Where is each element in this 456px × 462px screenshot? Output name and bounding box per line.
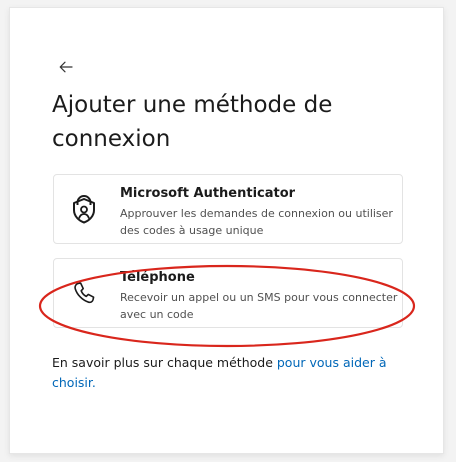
method-title: Téléphone (120, 270, 195, 285)
method-title: Microsoft Authenticator (120, 186, 296, 201)
method-description: Recevoir un appel ou un SMS pour vous co… (120, 291, 398, 321)
back-button[interactable] (55, 57, 77, 77)
method-option-phone[interactable]: Téléphone Recevoir un appel ou un SMS po… (53, 258, 403, 328)
page-title: Ajouter une méthode de connexion (52, 92, 333, 152)
phone-icon (68, 277, 100, 309)
method-option-authenticator[interactable]: Microsoft Authenticator Approuver les de… (53, 174, 403, 244)
method-description: Approuver les demandes de connexion ou u… (120, 207, 393, 237)
add-sign-in-method-dialog: Ajouter une méthode de connexion Microso… (9, 7, 444, 454)
lock-person-icon (68, 193, 100, 225)
arrow-left-icon (59, 61, 73, 73)
help-text: En savoir plus sur chaque méthode pour v… (52, 353, 404, 393)
help-text-label: En savoir plus sur chaque méthode (52, 355, 277, 370)
